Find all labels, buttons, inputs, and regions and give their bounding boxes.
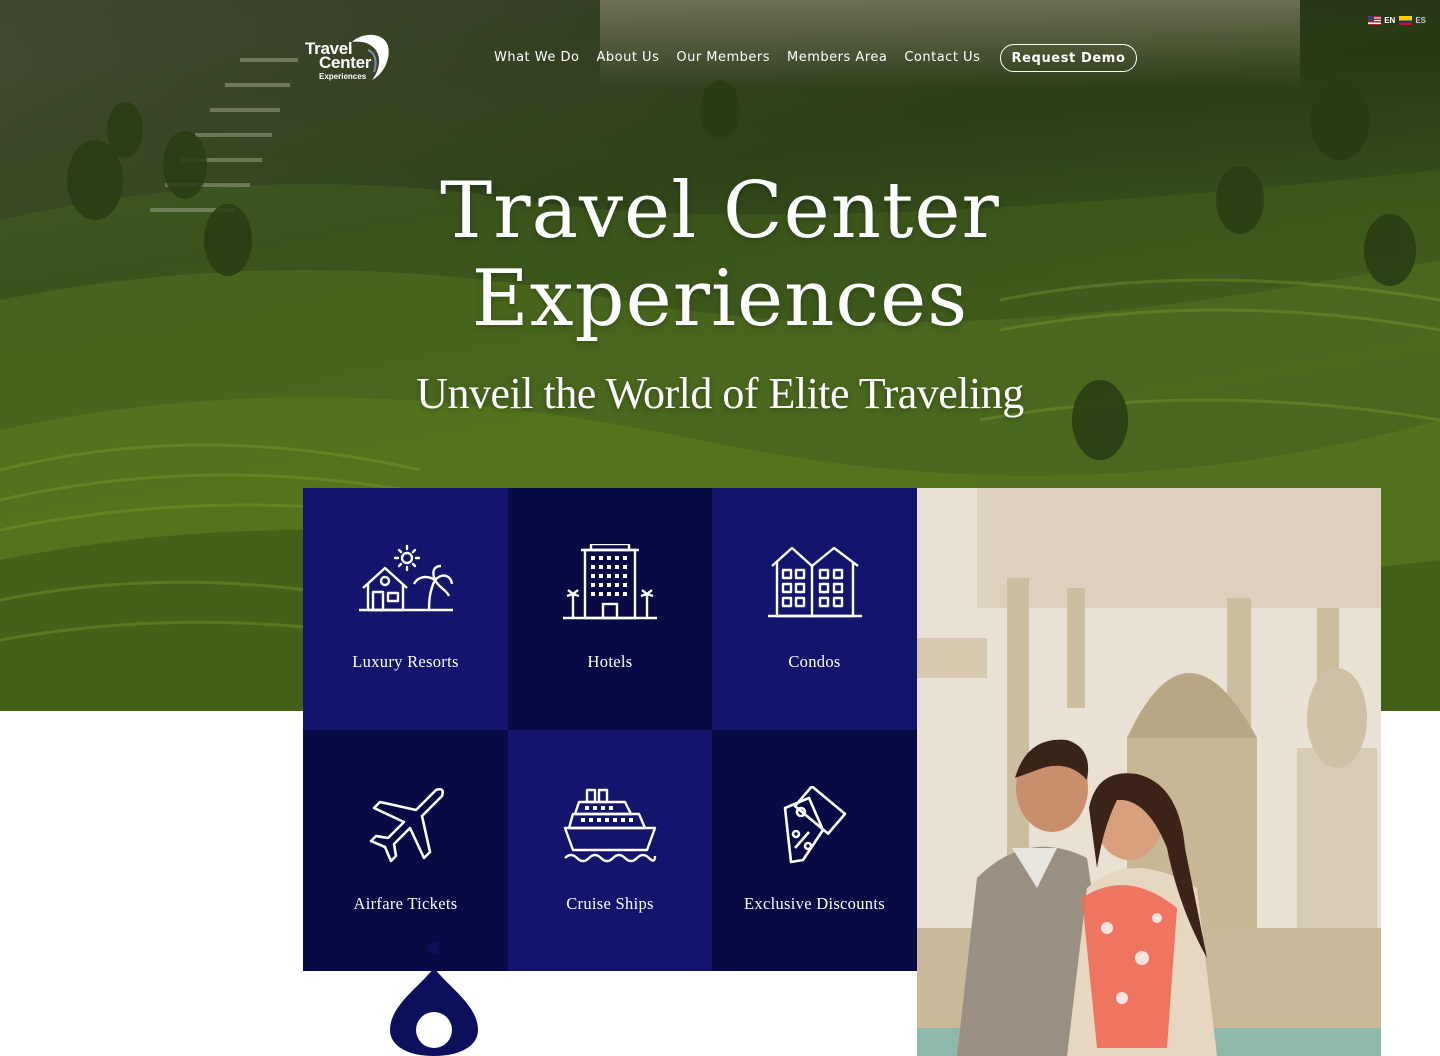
logo-bird-icon bbox=[352, 34, 389, 80]
nav-our-members[interactable]: Our Members bbox=[676, 50, 770, 65]
service-tile-exclusive-discounts[interactable]: Exclusive Discounts bbox=[712, 730, 917, 971]
location-pin-icon bbox=[390, 942, 478, 1056]
hotel-icon bbox=[563, 544, 657, 620]
couple-trevi-fountain-photo bbox=[917, 488, 1381, 1056]
nav-about-us[interactable]: About Us bbox=[596, 50, 659, 65]
language-option-es[interactable]: ES bbox=[1399, 16, 1426, 25]
nav-contact-us[interactable]: Contact Us bbox=[904, 50, 980, 65]
condo-icon bbox=[767, 546, 862, 618]
airplane-icon bbox=[369, 787, 444, 863]
service-tile-airfare-tickets[interactable]: Airfare Tickets bbox=[303, 730, 508, 971]
discount-tag-icon bbox=[783, 786, 846, 864]
language-option-en[interactable]: EN bbox=[1368, 16, 1395, 25]
colombia-flag-icon bbox=[1399, 16, 1413, 25]
service-label: Airfare Tickets bbox=[353, 894, 458, 913]
service-tile-hotels[interactable]: Hotels bbox=[508, 488, 712, 730]
service-label: Luxury Resorts bbox=[352, 652, 459, 671]
nav-what-we-do[interactable]: What We Do bbox=[494, 50, 579, 65]
service-tile-luxury-resorts[interactable]: Luxury Resorts bbox=[303, 488, 508, 730]
site-logo[interactable]: Travel Center Experiences bbox=[304, 32, 390, 84]
main-navigation: What We Do About Us Our Members Members … bbox=[494, 50, 980, 65]
service-tile-cruise-ships[interactable]: Cruise Ships bbox=[508, 730, 712, 971]
service-label: Condos bbox=[788, 652, 841, 671]
service-label: Cruise Ships bbox=[566, 894, 654, 913]
nav-members-area[interactable]: Members Area bbox=[787, 50, 887, 65]
hero-subtitle: Unveil the World of Elite Traveling bbox=[416, 369, 1024, 418]
us-flag-icon bbox=[1368, 16, 1382, 25]
cruise-ship-icon bbox=[563, 788, 657, 863]
request-demo-button[interactable]: Request Demo bbox=[1000, 44, 1137, 72]
language-code: EN bbox=[1384, 16, 1396, 25]
photo-illustration bbox=[917, 488, 1381, 1056]
language-switcher: EN ES bbox=[1368, 16, 1426, 25]
hero-title-line1: Travel Center bbox=[440, 166, 1000, 256]
service-tile-condos[interactable]: Condos bbox=[712, 488, 917, 730]
services-grid: Luxury Resorts Hotels Condos Airfare Tic… bbox=[303, 488, 917, 971]
service-label: Exclusive Discounts bbox=[744, 894, 885, 913]
hero-title-line2: Experiences bbox=[471, 254, 969, 344]
resort-icon bbox=[358, 544, 453, 612]
service-label: Hotels bbox=[587, 652, 633, 671]
language-code: ES bbox=[1415, 16, 1426, 25]
